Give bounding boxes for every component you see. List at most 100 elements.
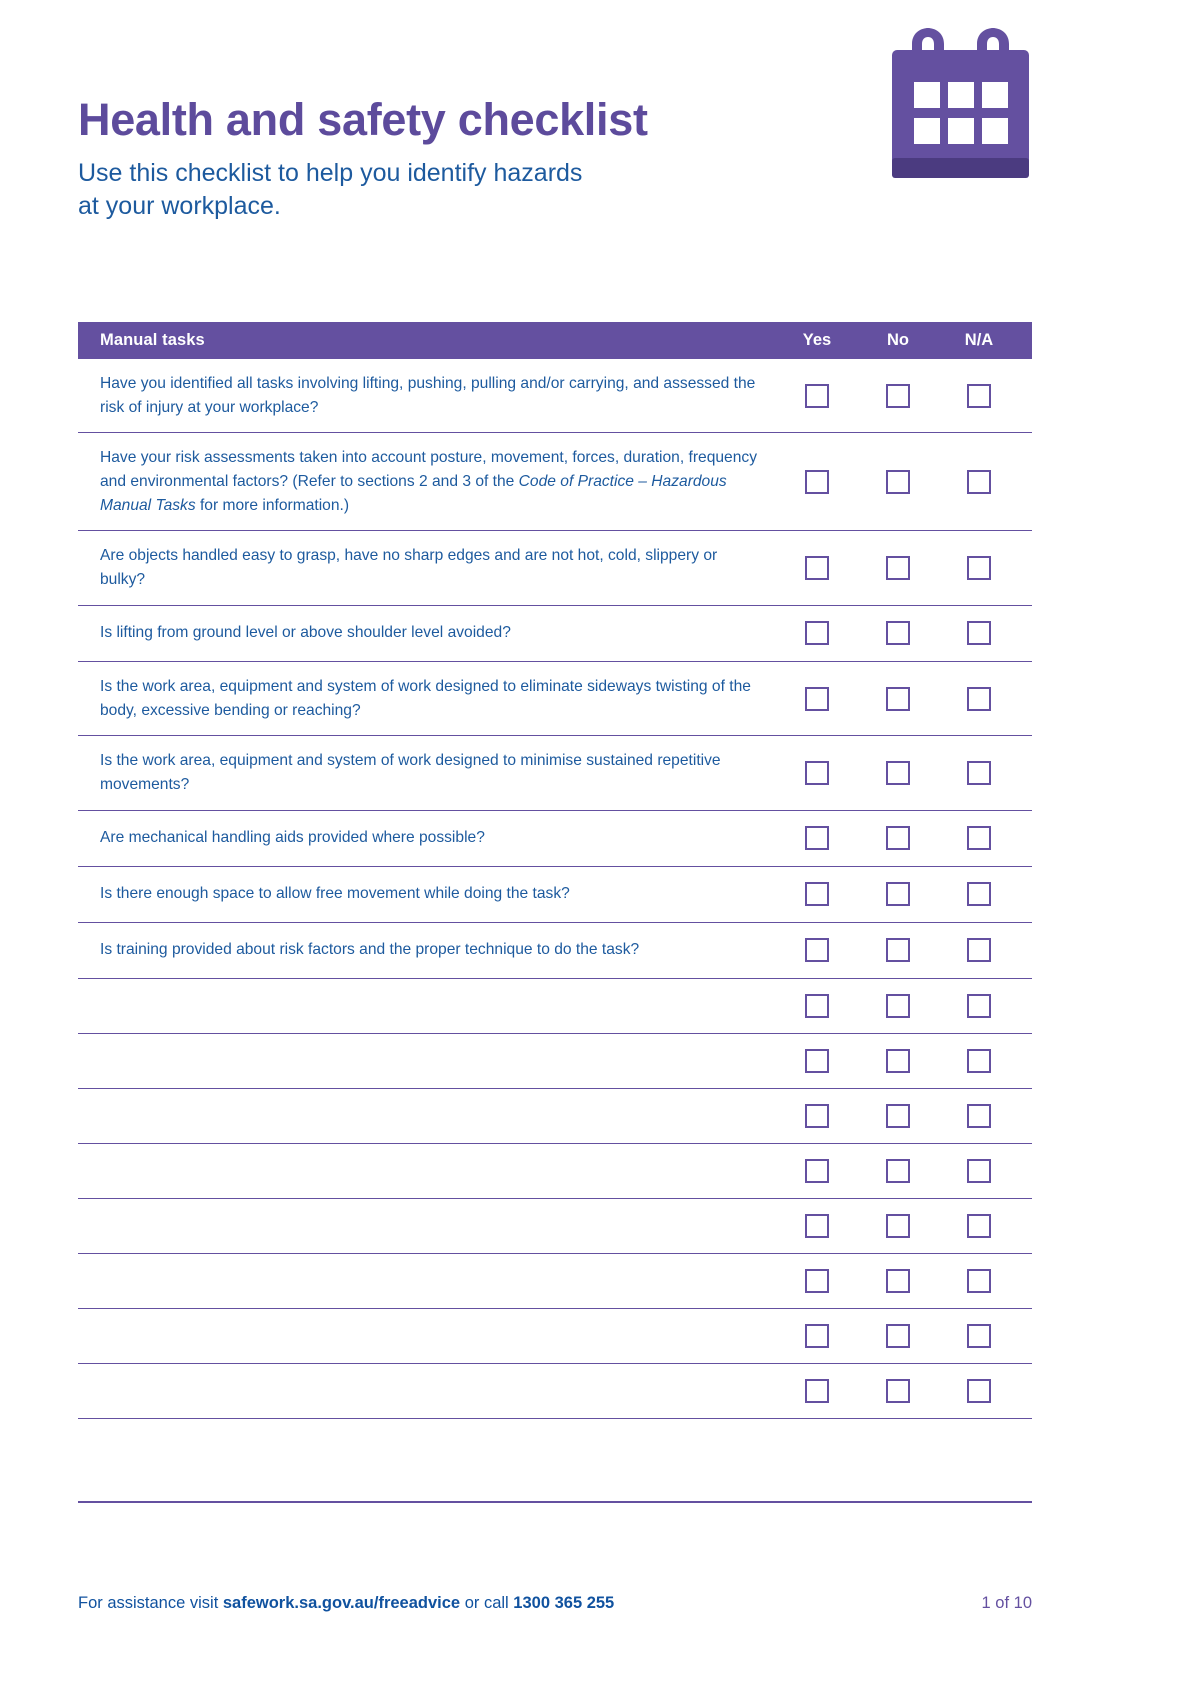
checkbox-cell-no[interactable] — [859, 1158, 937, 1183]
checkbox-cell-yes[interactable] — [778, 993, 856, 1018]
checkbox-cell-no[interactable] — [859, 1268, 937, 1293]
checkbox-no[interactable] — [886, 882, 910, 907]
checkbox-cell-yes[interactable] — [778, 1323, 856, 1348]
checkbox-cell-yes[interactable] — [778, 1048, 856, 1073]
checkbox-na[interactable] — [967, 1213, 991, 1238]
checkbox-cell-yes[interactable] — [778, 1268, 856, 1293]
checkbox-cell-yes[interactable] — [778, 1378, 856, 1403]
checkbox-cell-na[interactable] — [940, 556, 1018, 581]
checkbox-cell-no[interactable] — [859, 686, 937, 711]
checkbox-cell-na[interactable] — [940, 1213, 1018, 1238]
checkbox-na[interactable] — [967, 1103, 991, 1128]
checkbox-cell-no[interactable] — [859, 760, 937, 785]
checkbox-yes[interactable] — [805, 686, 829, 711]
checkbox-no[interactable] — [886, 1378, 910, 1403]
checkbox-cell-yes[interactable] — [778, 1103, 856, 1128]
checkbox-na[interactable] — [967, 686, 991, 711]
checkbox-yes[interactable] — [805, 1378, 829, 1403]
checkbox-na[interactable] — [967, 760, 991, 785]
checkbox-no[interactable] — [886, 993, 910, 1018]
checkbox-cell-no[interactable] — [859, 383, 937, 408]
checkbox-no[interactable] — [886, 938, 910, 963]
footer-website-link[interactable]: safework.sa.gov.au/freeadvice — [223, 1594, 460, 1612]
checkbox-cell-yes[interactable] — [778, 760, 856, 785]
checkbox-cell-na[interactable] — [940, 469, 1018, 494]
checkbox-cell-na[interactable] — [940, 882, 1018, 907]
checkbox-cell-yes[interactable] — [778, 556, 856, 581]
checkbox-na[interactable] — [967, 556, 991, 581]
checkbox-no[interactable] — [886, 1048, 910, 1073]
checkbox-cell-yes[interactable] — [778, 469, 856, 494]
checkbox-yes[interactable] — [805, 1268, 829, 1293]
checkbox-cell-no[interactable] — [859, 1323, 937, 1348]
checkbox-cell-na[interactable] — [940, 383, 1018, 408]
checkbox-na[interactable] — [967, 993, 991, 1018]
checkbox-cell-yes[interactable] — [778, 1213, 856, 1238]
checkbox-yes[interactable] — [805, 1048, 829, 1073]
checkbox-cell-na[interactable] — [940, 938, 1018, 963]
checkbox-cell-na[interactable] — [940, 760, 1018, 785]
checkbox-no[interactable] — [886, 826, 910, 851]
checkbox-cell-na[interactable] — [940, 1103, 1018, 1128]
checkbox-yes[interactable] — [805, 1103, 829, 1128]
checkbox-cell-no[interactable] — [859, 938, 937, 963]
checkbox-cell-yes[interactable] — [778, 1158, 856, 1183]
checkbox-no[interactable] — [886, 760, 910, 785]
checkbox-yes[interactable] — [805, 1158, 829, 1183]
checkbox-no[interactable] — [886, 1268, 910, 1293]
checkbox-no[interactable] — [886, 686, 910, 711]
checkbox-no[interactable] — [886, 1323, 910, 1348]
checkbox-cell-no[interactable] — [859, 621, 937, 646]
checkbox-cell-na[interactable] — [940, 1323, 1018, 1348]
checkbox-cell-no[interactable] — [859, 556, 937, 581]
checkbox-cell-na[interactable] — [940, 1378, 1018, 1403]
checkbox-yes[interactable] — [805, 621, 829, 646]
checkbox-cell-na[interactable] — [940, 1158, 1018, 1183]
checkbox-cell-no[interactable] — [859, 1048, 937, 1073]
checkbox-no[interactable] — [886, 469, 910, 494]
checkbox-cell-no[interactable] — [859, 469, 937, 494]
checkbox-no[interactable] — [886, 383, 910, 408]
checkbox-cell-yes[interactable] — [778, 686, 856, 711]
checkbox-yes[interactable] — [805, 383, 829, 408]
checkbox-cell-no[interactable] — [859, 1213, 937, 1238]
checkbox-cell-yes[interactable] — [778, 621, 856, 646]
checkbox-yes[interactable] — [805, 1213, 829, 1238]
checkbox-cell-yes[interactable] — [778, 882, 856, 907]
checkbox-yes[interactable] — [805, 826, 829, 851]
checkbox-no[interactable] — [886, 621, 910, 646]
checkbox-na[interactable] — [967, 621, 991, 646]
checkbox-cell-yes[interactable] — [778, 826, 856, 851]
checkbox-cell-no[interactable] — [859, 993, 937, 1018]
checkbox-cell-na[interactable] — [940, 621, 1018, 646]
checkbox-yes[interactable] — [805, 938, 829, 963]
checkbox-na[interactable] — [967, 1268, 991, 1293]
checkbox-cell-na[interactable] — [940, 993, 1018, 1018]
checkbox-na[interactable] — [967, 1378, 991, 1403]
checkbox-yes[interactable] — [805, 882, 829, 907]
checkbox-yes[interactable] — [805, 993, 829, 1018]
checkbox-na[interactable] — [967, 826, 991, 851]
checkbox-cell-na[interactable] — [940, 826, 1018, 851]
checkbox-cell-na[interactable] — [940, 1268, 1018, 1293]
checkbox-na[interactable] — [967, 1048, 991, 1073]
checkbox-na[interactable] — [967, 469, 991, 494]
checkbox-no[interactable] — [886, 1213, 910, 1238]
checkbox-na[interactable] — [967, 882, 991, 907]
checkbox-no[interactable] — [886, 556, 910, 581]
checkbox-na[interactable] — [967, 383, 991, 408]
checkbox-no[interactable] — [886, 1103, 910, 1128]
checkbox-yes[interactable] — [805, 760, 829, 785]
checkbox-na[interactable] — [967, 938, 991, 963]
checkbox-cell-no[interactable] — [859, 1103, 937, 1128]
checkbox-cell-no[interactable] — [859, 882, 937, 907]
checkbox-yes[interactable] — [805, 556, 829, 581]
checkbox-cell-yes[interactable] — [778, 383, 856, 408]
checkbox-cell-yes[interactable] — [778, 938, 856, 963]
checkbox-cell-na[interactable] — [940, 1048, 1018, 1073]
checkbox-cell-no[interactable] — [859, 1378, 937, 1403]
checkbox-cell-no[interactable] — [859, 826, 937, 851]
checkbox-cell-na[interactable] — [940, 686, 1018, 711]
checkbox-no[interactable] — [886, 1158, 910, 1183]
checkbox-yes[interactable] — [805, 1323, 829, 1348]
